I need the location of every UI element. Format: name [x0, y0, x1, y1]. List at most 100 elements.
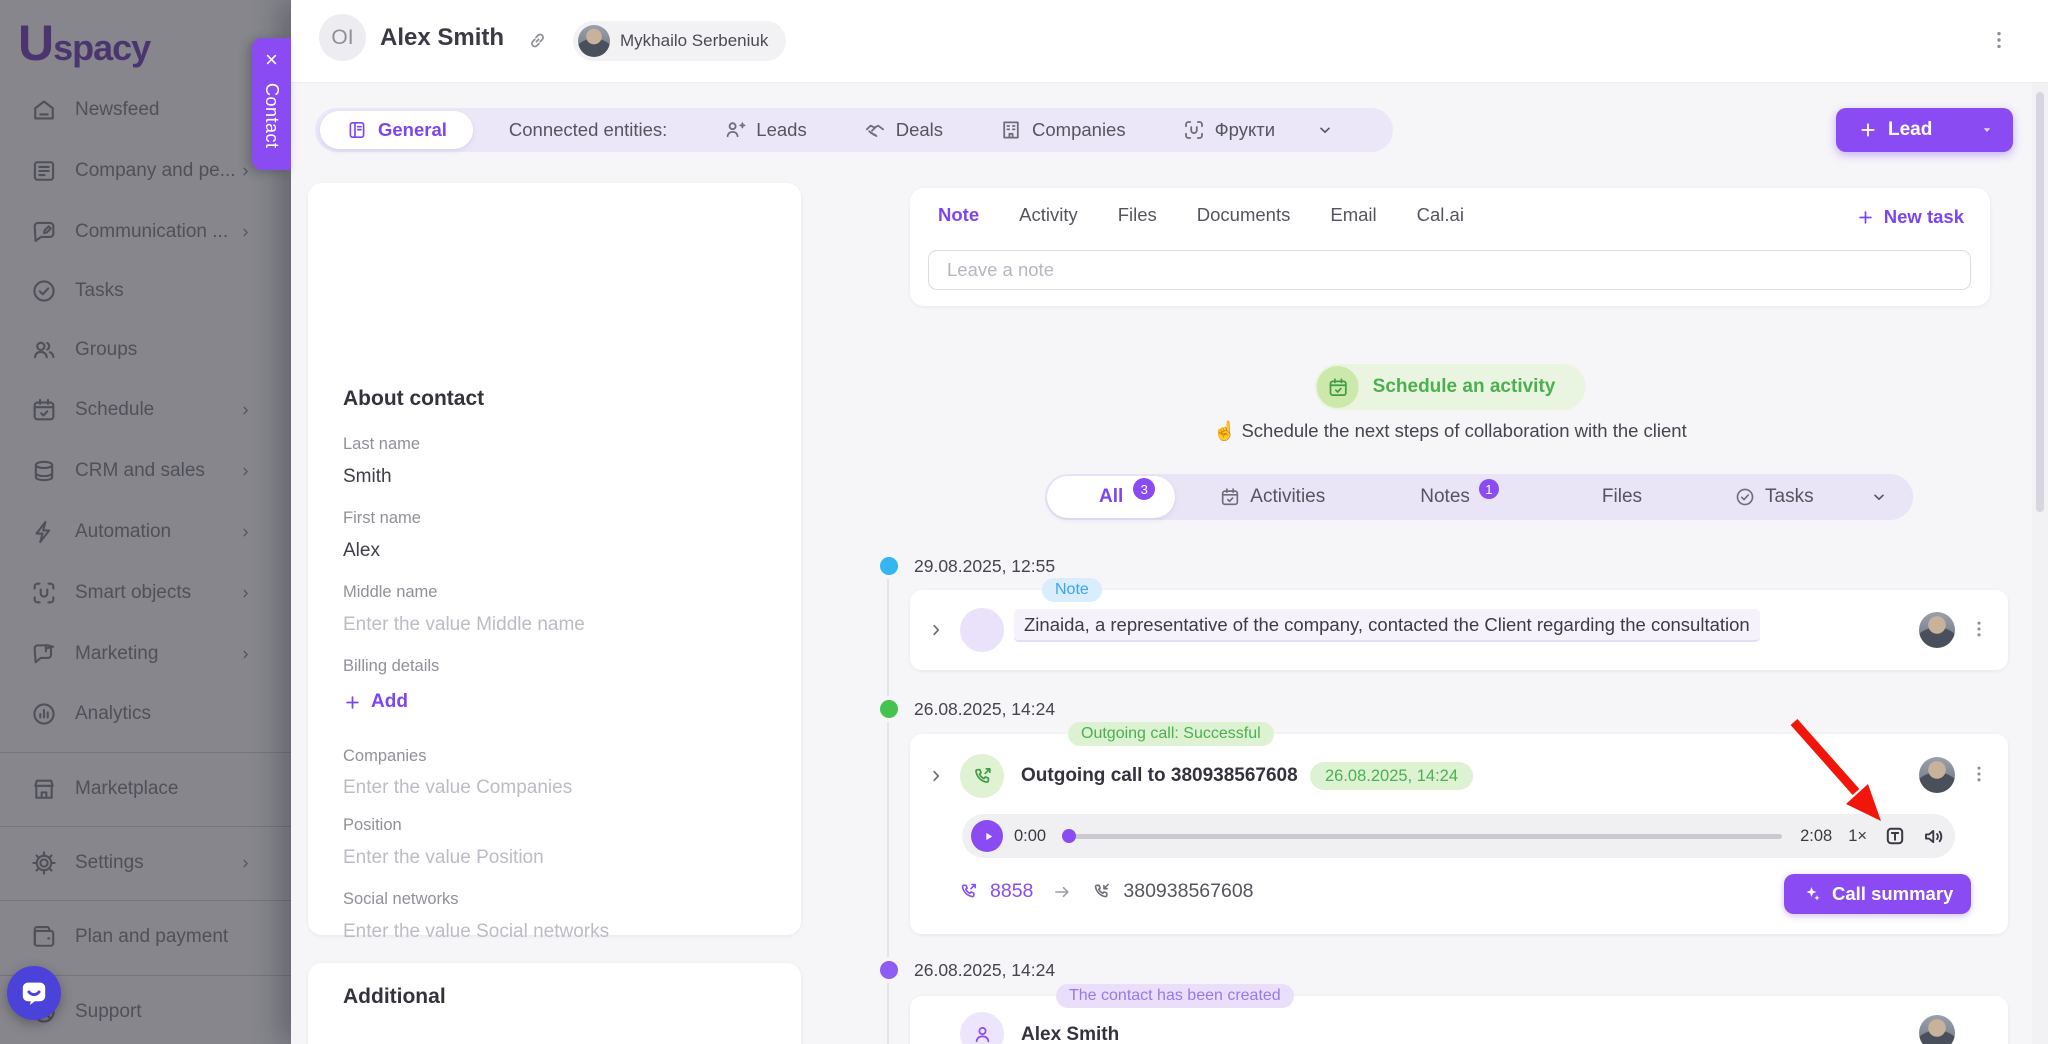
link-icon[interactable] — [526, 29, 549, 52]
new-task-button[interactable]: New task — [1856, 206, 1964, 228]
kebab-icon[interactable] — [1968, 763, 1990, 785]
list-icon — [1067, 486, 1089, 508]
sidebar-item-company[interactable]: Company and pe... — [0, 141, 291, 201]
play-button[interactable] — [971, 820, 1003, 852]
player-progress-bar[interactable] — [1062, 834, 1782, 839]
sidebar-item-schedule[interactable]: Schedule — [0, 380, 291, 440]
field-label-first-name: First name — [343, 509, 421, 528]
scrollbar-thumb[interactable] — [2036, 92, 2044, 512]
filter-tasks[interactable]: Tasks — [1734, 486, 1814, 508]
tab-email[interactable]: Email — [1330, 204, 1376, 226]
drawer-tab-contact[interactable]: Contact — [252, 38, 291, 170]
sidebar-item-plan-payment[interactable]: Plan and payment — [0, 907, 291, 967]
call-route: 8858 380938567608 — [958, 880, 1254, 903]
sidebar-item-tasks[interactable]: Tasks — [0, 261, 291, 321]
field-placeholder-social-networks[interactable]: Enter the value Social networks — [343, 921, 609, 943]
filter-notes[interactable]: Notes 1 — [1389, 486, 1499, 508]
chevron-right-icon[interactable] — [926, 620, 946, 640]
schedule-activity-label: Schedule an activity — [1373, 376, 1556, 398]
tab-frukty[interactable]: Фрукти — [1182, 118, 1276, 142]
kebab-icon[interactable] — [1987, 28, 2011, 52]
chevron-right-icon — [238, 647, 253, 662]
kebab-icon[interactable] — [1968, 618, 1990, 640]
sidebar-item-communication[interactable]: Communication ... — [0, 202, 291, 262]
transcript-icon[interactable] — [1883, 824, 1907, 848]
field-placeholder-middle-name[interactable]: Enter the value Middle name — [343, 614, 585, 636]
caret-down-icon[interactable] — [1979, 122, 1995, 138]
tab-deals[interactable]: Deals — [863, 118, 943, 142]
sidebar-item-label: Smart objects — [75, 582, 191, 604]
player-rate[interactable]: 1× — [1848, 827, 1867, 846]
storefront-icon — [30, 775, 58, 803]
schedule-activity-button[interactable]: Schedule an activity — [1315, 364, 1586, 410]
sidebar-item-marketplace[interactable]: Marketplace — [0, 759, 291, 819]
field-placeholder-companies[interactable]: Enter the value Companies — [343, 777, 572, 799]
tab-files[interactable]: Files — [1118, 204, 1157, 226]
timeline-dot-created — [880, 961, 898, 979]
chevron-right-icon — [238, 164, 253, 179]
filter-label: All — [1099, 486, 1123, 508]
filter-activities[interactable]: Activities — [1219, 486, 1325, 508]
responsible-user-chip[interactable]: Mykhailo Serbeniuk — [573, 21, 786, 61]
sidebar-item-marketing[interactable]: Marketing — [0, 624, 291, 684]
contact-avatar: OI — [319, 14, 366, 61]
arrow-right-icon — [1052, 882, 1072, 902]
additional-card: Additional — [308, 963, 801, 1044]
field-placeholder-position[interactable]: Enter the value Position — [343, 847, 544, 869]
gear-icon — [30, 849, 58, 877]
marketing-icon — [30, 640, 58, 668]
paperclip-icon — [1571, 486, 1593, 508]
call-from-number[interactable]: 8858 — [990, 880, 1033, 903]
tab-documents[interactable]: Documents — [1197, 204, 1291, 226]
scan-icon — [1182, 118, 1206, 142]
add-billing-details-button[interactable]: Add — [343, 691, 408, 713]
tab-general[interactable]: General — [320, 111, 473, 149]
groups-icon — [30, 336, 58, 364]
call-summary-button[interactable]: Call summary — [1784, 874, 1971, 914]
play-icon — [980, 828, 997, 845]
tab-cal-ai[interactable]: Cal.ai — [1417, 204, 1464, 226]
sidebar-item-settings[interactable]: Settings — [0, 833, 291, 893]
note-input[interactable] — [928, 250, 1971, 290]
analytics-icon — [30, 700, 58, 728]
uspacy-logo[interactable]: Uspacy — [18, 14, 150, 72]
tab-companies[interactable]: Companies — [999, 118, 1126, 142]
tab-leads[interactable]: Leads — [723, 118, 806, 142]
close-icon[interactable] — [263, 51, 280, 68]
chevron-right-icon — [238, 856, 253, 871]
sidebar-item-label: Settings — [75, 852, 144, 874]
note-badge: Note — [1042, 578, 1102, 602]
chevron-right-icon — [238, 403, 253, 418]
call-to-number: 380938567608 — [1123, 880, 1253, 903]
author-avatar — [1919, 1015, 1955, 1044]
field-value-first-name[interactable]: Alex — [343, 540, 380, 562]
filter-files[interactable]: Files — [1571, 486, 1642, 508]
sidebar-item-analytics[interactable]: Analytics — [0, 684, 291, 744]
support-chat-launcher[interactable] — [7, 966, 61, 1020]
tab-note[interactable]: Note — [938, 204, 979, 226]
sidebar-item-automation[interactable]: Automation — [0, 502, 291, 562]
sidebar-item-crm[interactable]: CRM and sales — [0, 441, 291, 501]
tab-label: General — [378, 119, 447, 141]
timeline-filter-bar: All 3 Activities Notes 1 Files Tasks — [1045, 474, 1913, 520]
field-label-social-networks: Social networks — [343, 890, 459, 909]
sidebar-item-groups[interactable]: Groups — [0, 320, 291, 380]
filter-all[interactable]: All 3 — [1047, 476, 1175, 518]
timeline-card-note[interactable]: Zinaida, a representative of the company… — [910, 590, 2008, 670]
player-progress-thumb[interactable] — [1062, 829, 1076, 843]
phone-incoming-icon — [1091, 881, 1112, 902]
volume-icon[interactable] — [1921, 824, 1946, 849]
timeline-dot-note — [880, 557, 898, 575]
note-text[interactable]: Zinaida, a representative of the company… — [1014, 614, 1760, 636]
chevron-down-icon[interactable] — [1869, 487, 1889, 507]
sidebar-divider — [0, 900, 291, 901]
sidebar-item-newsfeed[interactable]: Newsfeed — [0, 80, 291, 140]
field-value-last-name[interactable]: Smith — [343, 466, 392, 488]
add-lead-button[interactable]: Lead — [1836, 108, 2013, 152]
call-summary-label: Call summary — [1832, 883, 1953, 905]
chevron-right-icon[interactable] — [926, 766, 946, 786]
chevron-down-icon[interactable] — [1315, 120, 1335, 140]
tab-activity[interactable]: Activity — [1019, 204, 1078, 226]
created-contact-name[interactable]: Alex Smith — [1021, 1024, 1119, 1044]
sidebar-item-smart-objects[interactable]: Smart objects — [0, 563, 291, 623]
